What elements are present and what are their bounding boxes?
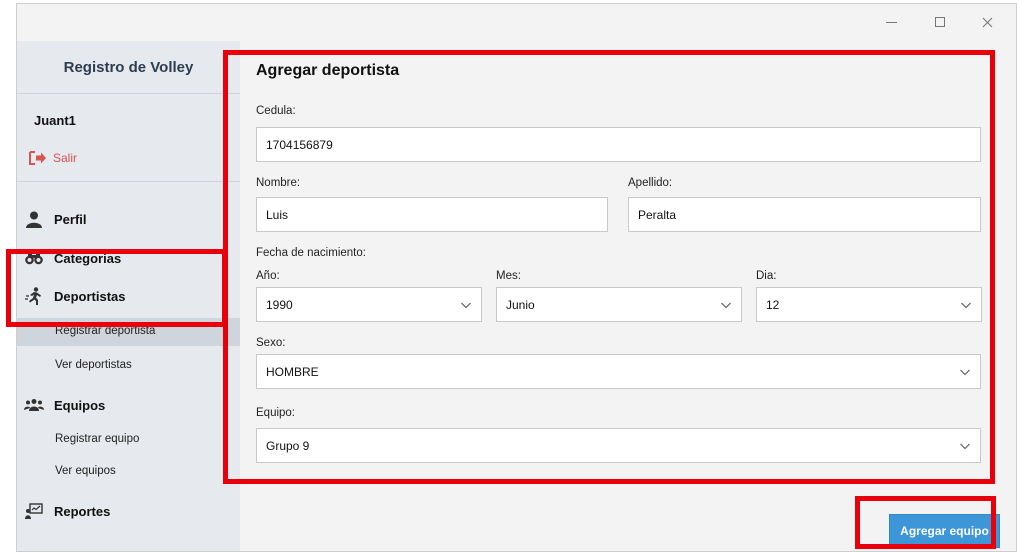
apellido-value: Peralta: [638, 207, 677, 222]
fecha-label: Fecha de nacimiento:: [256, 247, 366, 259]
chevron-down-icon: [461, 302, 471, 309]
equipo-label: Equipo:: [256, 407, 296, 419]
cedula-value: 1704156879: [266, 137, 333, 152]
sexo-label: Sexo:: [256, 337, 286, 349]
sidebar-item-perfil[interactable]: Perfil: [24, 210, 87, 228]
equipo-select[interactable]: Grupo 9: [256, 428, 981, 463]
nombre-input[interactable]: Luis: [256, 197, 608, 232]
mes-label: Mes:: [496, 270, 521, 282]
main-panel: Agregar deportista Cedula: 1704156879 No…: [240, 41, 1016, 551]
logout-button[interactable]: Salir: [29, 151, 77, 165]
sidebar-item-label: Perfil: [54, 211, 87, 227]
anio-label: Año:: [256, 270, 280, 282]
apellido-input[interactable]: Peralta: [628, 197, 981, 232]
sidebar-sub-ver-deportistas[interactable]: Ver deportistas: [55, 359, 132, 371]
cedula-label: Cedula:: [256, 105, 296, 117]
cedula-input[interactable]: 1704156879: [256, 127, 981, 162]
report-icon: [24, 502, 44, 520]
logout-label: Salir: [53, 151, 78, 165]
equipo-value: Grupo 9: [266, 438, 310, 453]
anio-value: 1990: [266, 297, 293, 312]
dia-value: 12: [766, 297, 780, 312]
sidebar-sub-registrar-equipo[interactable]: Registrar equipo: [55, 433, 139, 445]
title-bar: [17, 4, 1016, 40]
mes-select[interactable]: Junio: [496, 287, 742, 322]
runner-icon: [24, 287, 44, 305]
binoculars-icon: [24, 249, 44, 267]
chevron-down-icon: [960, 443, 970, 450]
sidebar-item-reportes[interactable]: Reportes: [24, 502, 110, 520]
sidebar-sub-ver-equipos[interactable]: Ver equipos: [55, 465, 116, 477]
nombre-label: Nombre:: [256, 177, 301, 189]
sidebar-item-label: Categorias: [54, 250, 122, 266]
sidebar-item-equipos[interactable]: Equipos: [24, 396, 105, 414]
maximize-icon[interactable]: [930, 12, 950, 32]
chevron-down-icon: [960, 369, 970, 376]
sidebar-sub-registrar-deportista[interactable]: Registrar deportista: [55, 325, 155, 337]
sexo-select[interactable]: HOMBRE: [256, 354, 981, 389]
dia-label: Dia:: [756, 270, 777, 282]
group-icon: [24, 396, 44, 414]
page-left-edge: [0, 0, 16, 552]
agregar-equipo-button[interactable]: Agregar equipo: [889, 514, 1000, 548]
chevron-down-icon: [961, 302, 971, 309]
sidebar-item-label: Reportes: [54, 503, 111, 519]
dia-select[interactable]: 12: [756, 287, 982, 322]
username: Juant1: [34, 113, 76, 128]
logout-icon: [29, 151, 46, 165]
apellido-label: Apellido:: [628, 177, 673, 189]
user-icon: [24, 210, 44, 228]
form-title: Agregar deportista: [256, 62, 400, 79]
sidebar-divider: [17, 181, 240, 182]
close-icon[interactable]: [977, 12, 997, 32]
sidebar-item-categorias[interactable]: Categorias: [24, 249, 121, 267]
sidebar: Registro de Volley Juant1 Salir Perfil C…: [17, 41, 240, 551]
sidebar-item-deportistas[interactable]: Deportistas: [24, 287, 126, 305]
minimize-icon[interactable]: [881, 12, 901, 32]
app-title: Registro de Volley: [17, 41, 240, 94]
mes-value: Junio: [506, 297, 535, 312]
sidebar-item-label: Deportistas: [54, 288, 126, 304]
sexo-value: HOMBRE: [266, 364, 319, 379]
chevron-down-icon: [721, 302, 731, 309]
anio-select[interactable]: 1990: [256, 287, 482, 322]
sidebar-item-label: Equipos: [54, 397, 106, 413]
app-window: Registro de Volley Juant1 Salir Perfil C…: [16, 3, 1017, 552]
nombre-value: Luis: [266, 207, 289, 222]
